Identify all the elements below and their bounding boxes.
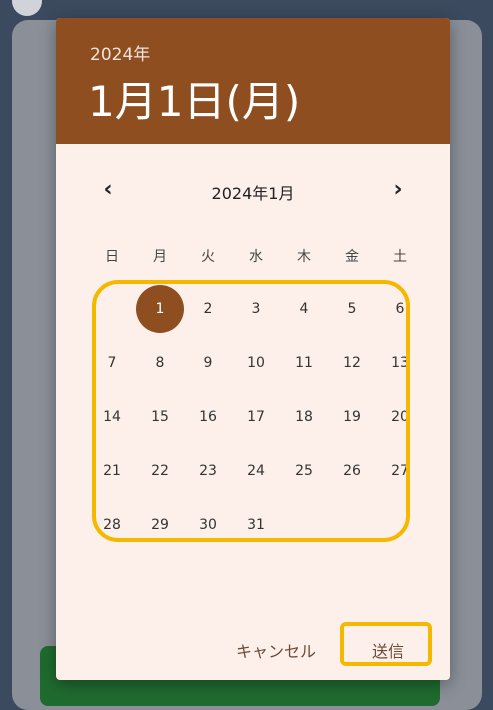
calendar-day[interactable]: 22 [136, 444, 184, 498]
calendar-day-empty [376, 498, 424, 552]
submit-button[interactable]: 送信 [372, 638, 404, 662]
calendar-day[interactable]: 12 [328, 336, 376, 390]
calendar-day[interactable]: 16 [184, 390, 232, 444]
calendar-day[interactable]: 5 [328, 282, 376, 336]
weekday-label: 日 [105, 249, 119, 265]
calendar-day[interactable]: 21 [88, 444, 136, 498]
weekday-label: 土 [393, 249, 407, 265]
calendar-day[interactable]: 27 [376, 444, 424, 498]
calendar-day[interactable]: 25 [280, 444, 328, 498]
cancel-button[interactable]: キャンセル [236, 638, 316, 662]
calendar-day[interactable]: 28 [88, 498, 136, 552]
calendar-day-selected[interactable]: 1 [136, 282, 184, 336]
weekday-header: 日 月 火 水 木 金 土 [88, 246, 424, 270]
calendar-day[interactable]: 6 [376, 282, 424, 336]
calendar-day[interactable]: 26 [328, 444, 376, 498]
weekday-label: 月 [153, 249, 167, 265]
calendar-day[interactable]: 11 [280, 336, 328, 390]
calendar-day[interactable]: 23 [184, 444, 232, 498]
calendar-week: 14 15 16 17 18 19 20 [88, 390, 424, 444]
selected-year[interactable]: 2024年 [90, 40, 150, 65]
calendar-day-empty [88, 282, 136, 336]
calendar-day[interactable]: 29 [136, 498, 184, 552]
month-navigation: ‹ 2024年1月 › [56, 170, 450, 210]
weekday-label: 木 [297, 249, 311, 265]
dialog-actions: キャンセル 送信 [56, 632, 450, 672]
calendar-day-empty [328, 498, 376, 552]
calendar-day[interactable]: 24 [232, 444, 280, 498]
chevron-right-icon[interactable]: › [384, 176, 412, 204]
calendar-day[interactable]: 18 [280, 390, 328, 444]
calendar-day[interactable]: 17 [232, 390, 280, 444]
weekday-label: 水 [249, 249, 263, 265]
calendar-week: 28 29 30 31 [88, 498, 424, 552]
calendar-day[interactable]: 31 [232, 498, 280, 552]
selected-date: 1月1日(月) [88, 77, 301, 126]
weekday-label: 金 [345, 249, 359, 265]
calendar-day[interactable]: 30 [184, 498, 232, 552]
calendar-day[interactable]: 20 [376, 390, 424, 444]
calendar-day[interactable]: 14 [88, 390, 136, 444]
calendar-day[interactable]: 3 [232, 282, 280, 336]
weekday-label: 火 [201, 249, 215, 265]
calendar-day[interactable]: 19 [328, 390, 376, 444]
date-picker-dialog: 2024年 1月1日(月) ‹ 2024年1月 › 日 月 火 水 木 金 土 … [56, 18, 450, 680]
calendar-day[interactable]: 9 [184, 336, 232, 390]
calendar-day[interactable]: 2 [184, 282, 232, 336]
background-avatar [12, 0, 42, 16]
calendar-week: 7 8 9 10 11 12 13 [88, 336, 424, 390]
calendar-day[interactable]: 10 [232, 336, 280, 390]
calendar-day-empty [280, 498, 328, 552]
date-picker-header: 2024年 1月1日(月) [56, 18, 450, 144]
calendar-day[interactable]: 8 [136, 336, 184, 390]
calendar-week: 1 2 3 4 5 6 [88, 282, 424, 336]
calendar-day[interactable]: 15 [136, 390, 184, 444]
calendar-day[interactable]: 7 [88, 336, 136, 390]
calendar-week: 21 22 23 24 25 26 27 [88, 444, 424, 498]
calendar-day[interactable]: 13 [376, 336, 424, 390]
calendar-grid: 1 2 3 4 5 6 7 8 9 10 11 12 13 14 15 16 1… [88, 282, 424, 552]
calendar-day[interactable]: 4 [280, 282, 328, 336]
